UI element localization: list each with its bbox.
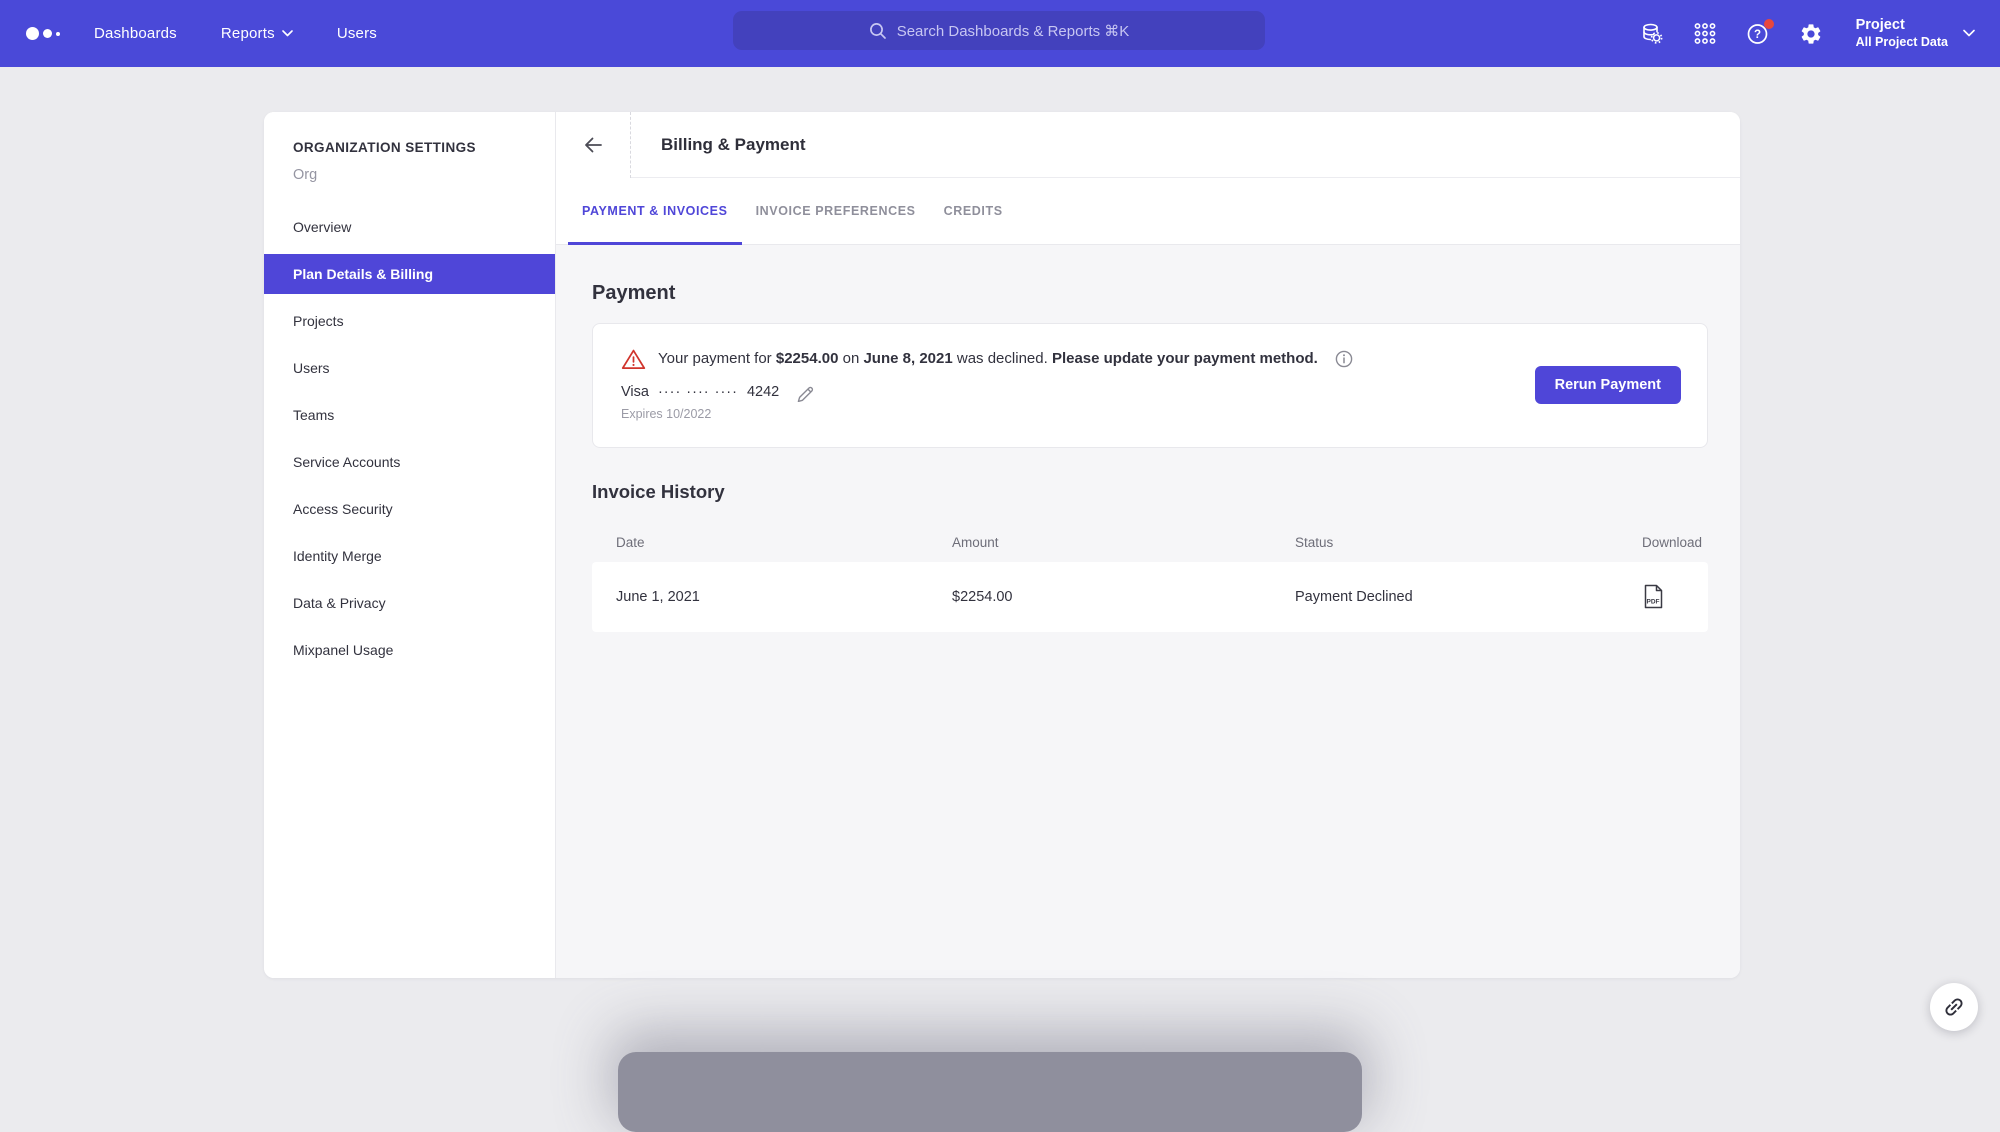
sidebar-item-teams[interactable]: Teams (264, 395, 555, 435)
settings-sidebar: ORGANIZATION SETTINGS Org Overview Plan … (264, 112, 556, 978)
billing-main: Billing & Payment PAYMENT & INVOICES INV… (556, 112, 1740, 978)
invoice-table: Date Amount Status Download June 1, 2021… (592, 523, 1708, 632)
org-settings-panel: ORGANIZATION SETTINGS Org Overview Plan … (264, 112, 1740, 978)
chevron-down-icon (282, 30, 293, 37)
invoice-date: June 1, 2021 (616, 589, 952, 605)
nav-item-label: Users (337, 25, 377, 42)
project-value: All Project Data (1856, 35, 1948, 50)
org-name: Org (293, 167, 555, 184)
col-download: Download (1552, 535, 1702, 550)
sidebar-menu: Overview Plan Details & Billing Projects… (264, 207, 555, 670)
project-label: Project (1856, 17, 1948, 34)
sidebar-item-overview[interactable]: Overview (264, 207, 555, 247)
nav-item-label: Reports (221, 25, 275, 42)
notification-badge (1764, 19, 1774, 29)
billing-tabs: PAYMENT & INVOICES INVOICE PREFERENCES C… (556, 178, 1740, 245)
svg-text:PDF: PDF (1647, 599, 1660, 606)
top-navbar: Dashboards Reports Users Search Dashboar… (0, 0, 2000, 67)
nav-item-reports[interactable]: Reports (221, 25, 293, 42)
nav-item-label: Dashboards (94, 25, 177, 42)
invoice-history-title: Invoice History (592, 483, 1708, 502)
invoice-amount: $2254.00 (952, 589, 1295, 605)
payment-section-title: Payment (592, 283, 1708, 303)
help-icon[interactable]: ? (1746, 22, 1770, 46)
tab-payment-invoices[interactable]: PAYMENT & INVOICES (568, 178, 742, 244)
info-icon[interactable] (1335, 350, 1353, 368)
payment-declined-warning: Your payment for $2254.00 on June 8, 202… (621, 347, 1681, 371)
sidebar-item-mixpanel-usage[interactable]: Mixpanel Usage (264, 630, 555, 670)
project-selector[interactable]: Project All Project Data (1856, 17, 1975, 49)
card-expiry: Expires 10/2022 (621, 407, 1681, 421)
invoice-status: Payment Declined (1295, 589, 1552, 605)
invoice-table-header: Date Amount Status Download (592, 523, 1708, 562)
tab-credits[interactable]: CREDITS (930, 178, 1017, 244)
sidebar-item-plan-details-billing[interactable]: Plan Details & Billing (264, 254, 555, 294)
card-last4: 4242 (747, 384, 779, 400)
page-header: Billing & Payment (556, 112, 1740, 178)
bottom-sheet-shadow (618, 1052, 1362, 1132)
apps-grid-icon[interactable] (1693, 22, 1717, 46)
search-placeholder: Search Dashboards & Reports ⌘K (897, 22, 1130, 40)
download-pdf-icon[interactable]: PDF (1643, 584, 1664, 609)
back-button[interactable] (556, 112, 631, 178)
sidebar-section-title: ORGANIZATION SETTINGS (293, 140, 555, 156)
tab-invoice-preferences[interactable]: INVOICE PREFERENCES (742, 178, 930, 244)
edit-payment-method-icon[interactable] (795, 382, 815, 402)
payment-card: Your payment for $2254.00 on June 8, 202… (592, 323, 1708, 448)
svg-text:?: ? (1754, 29, 1761, 41)
primary-nav: Dashboards Reports Users (94, 25, 377, 42)
warning-text: Your payment for $2254.00 on June 8, 202… (658, 347, 1318, 371)
settings-gear-icon[interactable] (1799, 22, 1823, 46)
nav-item-dashboards[interactable]: Dashboards (94, 25, 177, 42)
sidebar-item-data-privacy[interactable]: Data & Privacy (264, 583, 555, 623)
sidebar-item-service-accounts[interactable]: Service Accounts (264, 442, 555, 482)
tab-content: Payment Your payment for $2254.00 on Jun… (556, 245, 1740, 978)
sidebar-item-users[interactable]: Users (264, 348, 555, 388)
card-masked-digits: ···· ···· ···· (658, 384, 738, 400)
copy-link-button[interactable] (1930, 983, 1978, 1031)
data-management-icon[interactable] (1640, 22, 1664, 46)
chevron-down-icon (1963, 29, 1975, 37)
search-icon (869, 22, 887, 40)
sidebar-item-projects[interactable]: Projects (264, 301, 555, 341)
col-date: Date (616, 535, 952, 550)
page-title: Billing & Payment (631, 112, 1740, 178)
col-status: Status (1295, 535, 1552, 550)
sidebar-item-identity-merge[interactable]: Identity Merge (264, 536, 555, 576)
link-icon (1942, 995, 1966, 1019)
sidebar-item-access-security[interactable]: Access Security (264, 489, 555, 529)
navbar-right-cluster: ? Project All Project Data (1640, 0, 1975, 67)
mixpanel-logo-icon[interactable] (26, 27, 60, 40)
payment-method: Visa ···· ···· ···· 4242 (621, 382, 1681, 402)
invoice-row: June 1, 2021 $2254.00 Payment Declined P… (592, 562, 1708, 632)
col-amount: Amount (952, 535, 1295, 550)
card-brand: Visa (621, 384, 649, 400)
search-input[interactable]: Search Dashboards & Reports ⌘K (733, 11, 1265, 50)
nav-item-users[interactable]: Users (337, 25, 377, 42)
arrow-left-icon (582, 134, 604, 156)
rerun-payment-button[interactable]: Rerun Payment (1535, 366, 1681, 404)
warning-icon (621, 347, 646, 371)
